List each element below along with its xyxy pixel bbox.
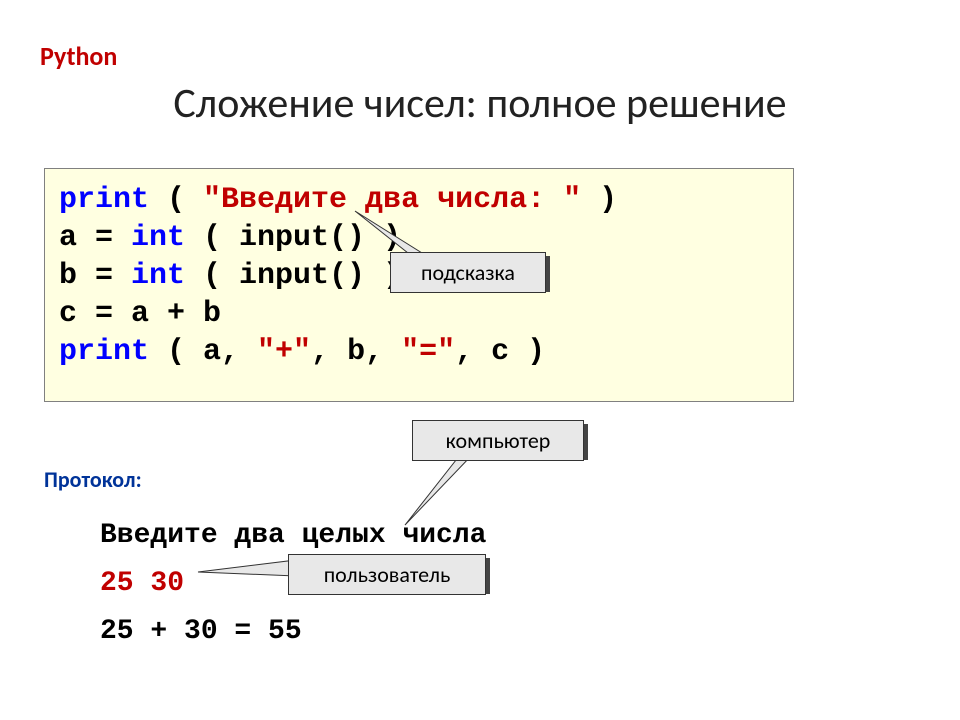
protocol-line-prompt: Введите два целых числа <box>100 512 486 560</box>
slide-title: Сложение чисел: полное решение <box>0 78 960 129</box>
language-label: Python <box>40 40 117 72</box>
code-text: , c ) <box>455 335 545 369</box>
code-text: a = <box>59 221 131 255</box>
code-text: ( <box>149 183 203 217</box>
keyword-int: int <box>131 259 185 293</box>
keyword-print: print <box>59 183 149 217</box>
protocol-line-input: 25 30 <box>100 560 486 608</box>
code-text: ) <box>581 183 617 217</box>
callout-hint: подсказка <box>390 252 546 293</box>
string-literal: "=" <box>401 335 455 369</box>
protocol-block: Введите два целых числа 25 30 25 + 30 = … <box>100 512 486 656</box>
protocol-label: Протокол: <box>44 466 142 493</box>
code-text: b = <box>59 259 131 293</box>
code-text: , b, <box>311 335 401 369</box>
protocol-line-output: 25 + 30 = 55 <box>100 608 486 656</box>
callout-tail-hint <box>350 206 430 256</box>
string-literal: "+" <box>257 335 311 369</box>
code-line-4: c = a + b <box>59 295 779 333</box>
keyword-int: int <box>131 221 185 255</box>
code-text: ( a, <box>149 335 257 369</box>
code-line-5: print ( a, "+", b, "=", c ) <box>59 333 779 371</box>
keyword-print: print <box>59 335 149 369</box>
code-text: ( input() ) <box>185 259 401 293</box>
callout-computer: компьютер <box>412 420 584 461</box>
slide: Python Сложение чисел: полное решение pr… <box>0 0 960 720</box>
